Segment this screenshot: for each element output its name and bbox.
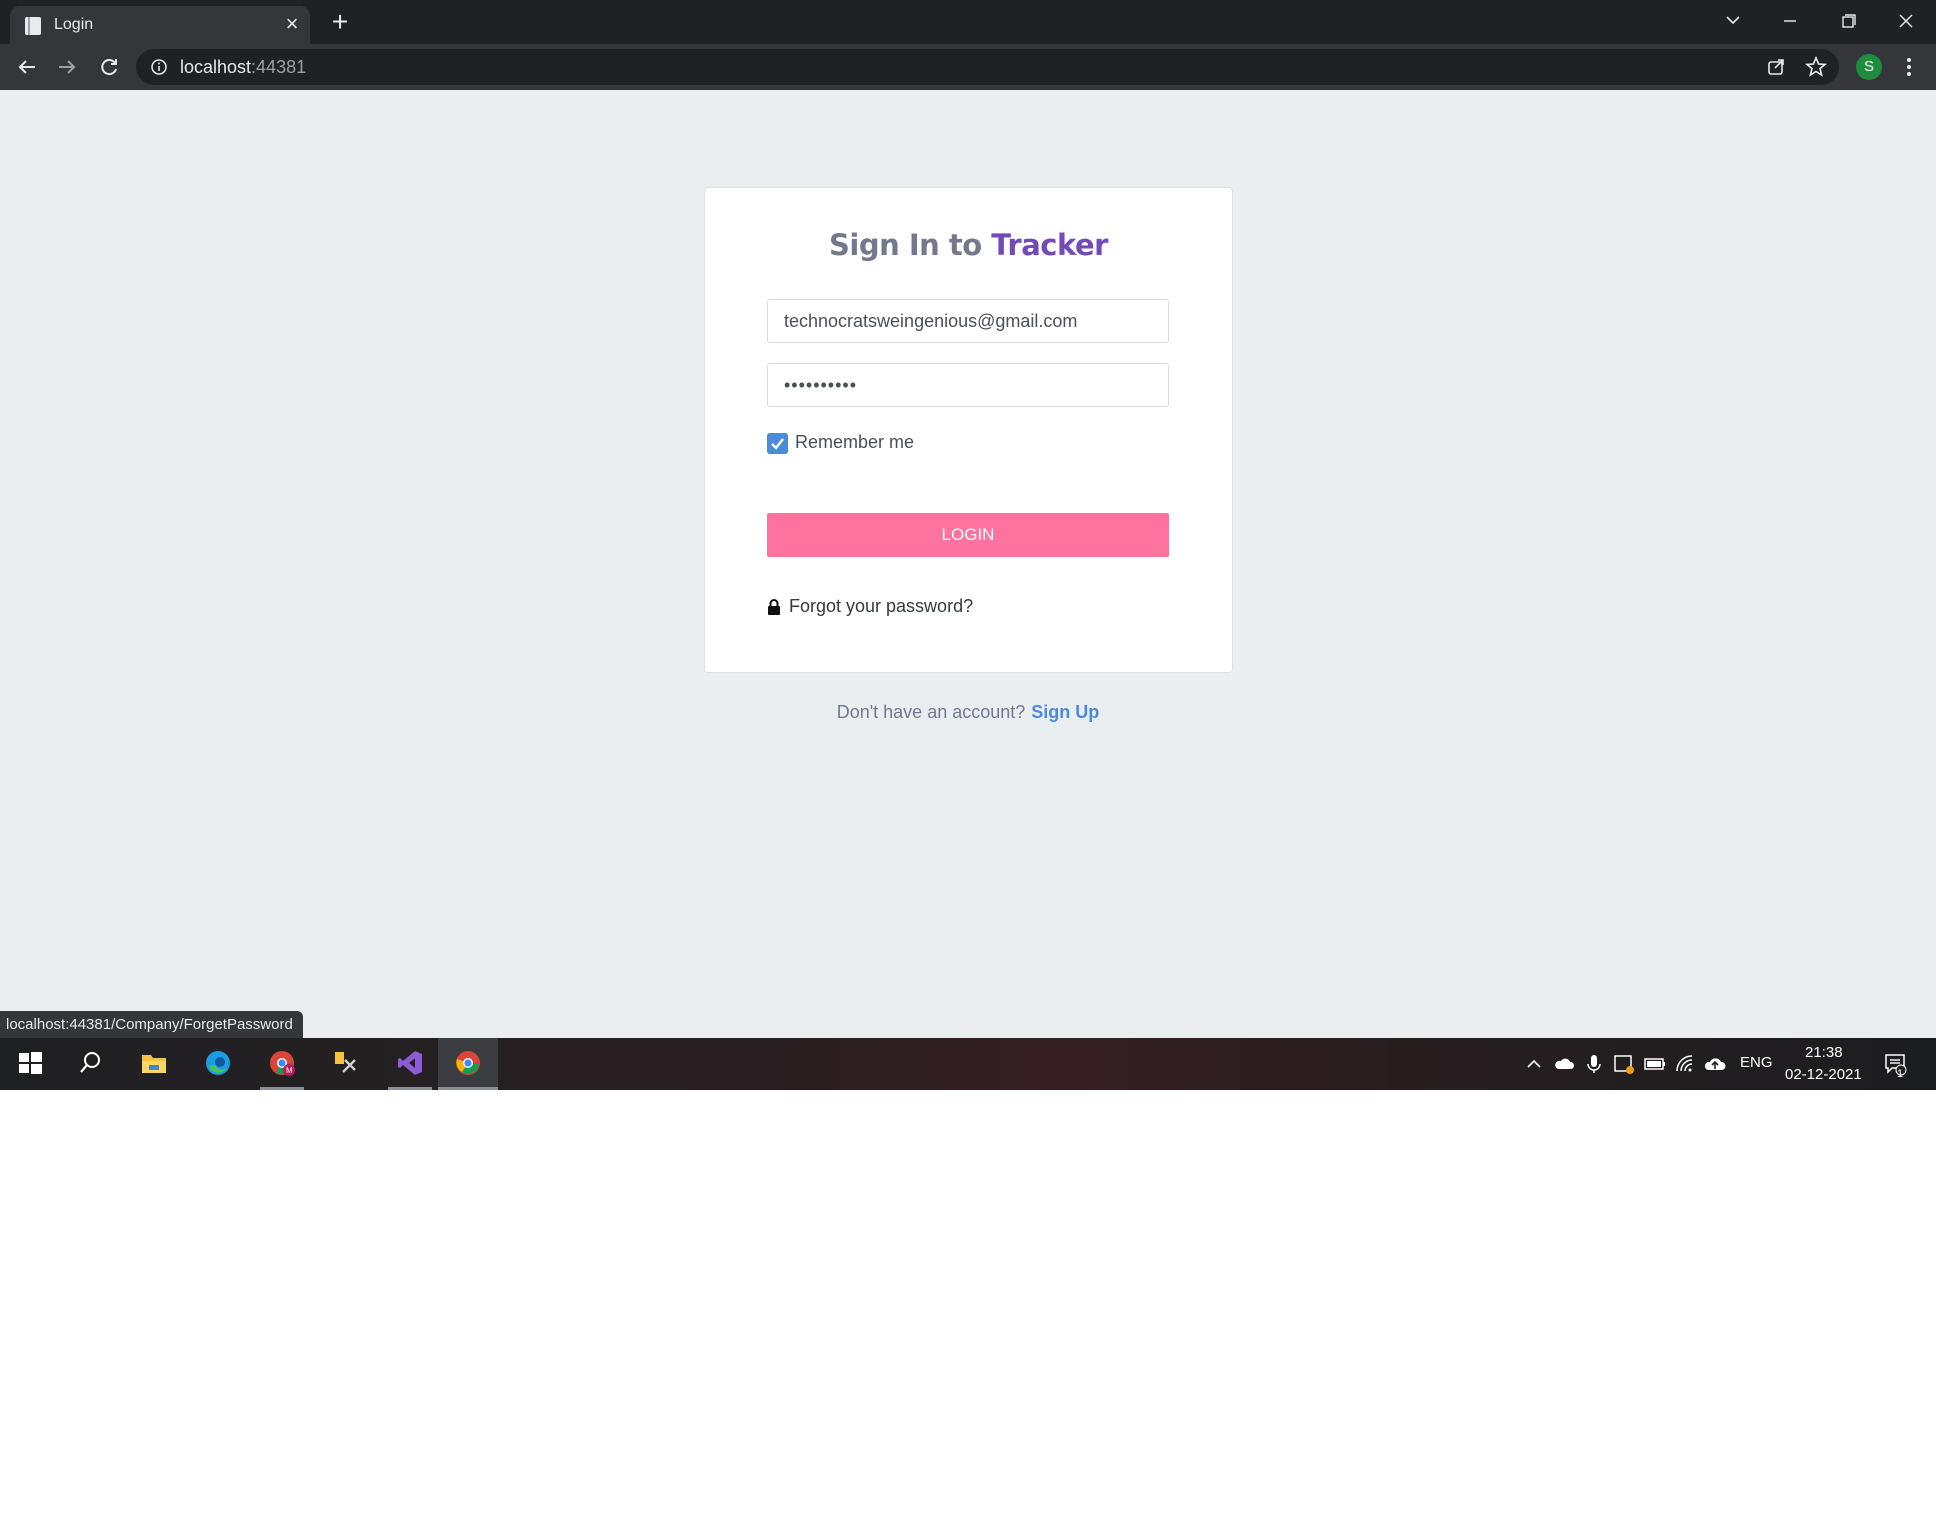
checkbox-checked-icon[interactable] bbox=[767, 433, 788, 454]
reload-icon[interactable] bbox=[94, 52, 124, 82]
svg-text:M: M bbox=[286, 1066, 293, 1075]
clock-time[interactable]: 21:38 bbox=[1805, 1044, 1843, 1061]
email-field[interactable]: technocratsweingenious@gmail.com bbox=[767, 299, 1169, 343]
close-window-icon[interactable] bbox=[1886, 6, 1926, 36]
running-indicator bbox=[438, 1087, 498, 1090]
url-port: :44381 bbox=[251, 57, 307, 77]
page-viewport: Sign In to Tracker technocratsweingeniou… bbox=[0, 90, 1936, 1038]
tab-search-chevron-icon[interactable] bbox=[1713, 6, 1753, 36]
profile-avatar[interactable]: S bbox=[1856, 54, 1882, 80]
forgot-password-label: Forgot your password? bbox=[789, 596, 974, 616]
site-info-icon[interactable] bbox=[150, 58, 168, 76]
browser-tab-strip: Login × + bbox=[0, 0, 1936, 44]
share-icon[interactable] bbox=[1761, 52, 1791, 82]
clock-date[interactable]: 02-12-2021 bbox=[1785, 1066, 1862, 1083]
onedrive-cloud-icon[interactable] bbox=[1552, 1052, 1576, 1076]
title-prefix: Sign In to bbox=[829, 228, 992, 262]
security-update-icon[interactable] bbox=[1612, 1052, 1636, 1076]
address-bar[interactable]: localhost:44381 bbox=[136, 49, 1839, 85]
bookmark-star-icon[interactable] bbox=[1801, 52, 1831, 82]
back-arrow-icon[interactable] bbox=[12, 52, 42, 82]
notification-count-badge: 1 bbox=[1897, 1068, 1904, 1080]
remember-me-label: Remember me bbox=[795, 432, 915, 452]
visual-studio-icon bbox=[398, 1051, 422, 1075]
browser-tab[interactable]: Login × bbox=[10, 6, 310, 44]
page-favicon-icon bbox=[25, 17, 41, 35]
url-host: localhost bbox=[180, 57, 252, 77]
taskbar-tools[interactable] bbox=[320, 1038, 372, 1090]
taskbar-file-explorer[interactable] bbox=[128, 1038, 180, 1090]
url-text: localhost:44381 bbox=[180, 57, 306, 78]
lock-icon bbox=[768, 599, 780, 615]
signup-prompt-text: Don't have an account? bbox=[836, 702, 1026, 722]
edge-icon bbox=[206, 1051, 230, 1075]
windows-taskbar: M ENG 21:38 02-12-2021 1 bbox=[0, 1038, 1936, 1090]
signup-prompt: Don't have an account? Sign Up bbox=[0, 702, 1936, 723]
restore-icon[interactable] bbox=[1828, 6, 1868, 36]
search-icon bbox=[80, 1052, 100, 1073]
input-language[interactable]: ENG bbox=[1740, 1054, 1773, 1071]
login-card: Sign In to Tracker technocratsweingeniou… bbox=[704, 187, 1233, 673]
microphone-icon[interactable] bbox=[1582, 1052, 1606, 1076]
brand-name: Tracker bbox=[991, 228, 1108, 262]
taskbar-chrome-profile[interactable]: M bbox=[256, 1038, 308, 1090]
taskbar-edge[interactable] bbox=[192, 1038, 244, 1090]
wifi-icon[interactable] bbox=[1673, 1052, 1697, 1076]
link-status-bubble: localhost:44381/Company/ForgetPassword bbox=[0, 1011, 303, 1038]
taskbar-chrome[interactable] bbox=[438, 1038, 498, 1090]
browser-toolbar: localhost:44381 S bbox=[0, 44, 1936, 90]
taskbar-visual-studio[interactable] bbox=[384, 1038, 436, 1090]
sign-up-link[interactable]: Sign Up bbox=[1031, 702, 1099, 722]
page-title: Sign In to Tracker bbox=[705, 228, 1232, 262]
tab-title: Login bbox=[54, 16, 94, 33]
notification-center-icon[interactable] bbox=[1884, 1052, 1908, 1076]
file-explorer-icon bbox=[142, 1055, 166, 1073]
taskbar-search-button[interactable] bbox=[64, 1038, 116, 1090]
tools-icon bbox=[335, 1052, 356, 1073]
tab-close-icon[interactable]: × bbox=[280, 12, 304, 36]
new-tab-icon[interactable]: + bbox=[326, 8, 354, 36]
show-hidden-icons-chevron-icon[interactable] bbox=[1522, 1052, 1546, 1076]
chrome-profile-icon: M bbox=[270, 1051, 295, 1076]
cloud-upload-icon[interactable] bbox=[1703, 1052, 1727, 1076]
chrome-icon bbox=[456, 1051, 480, 1075]
chrome-menu-icon[interactable] bbox=[1894, 52, 1924, 82]
running-indicator bbox=[388, 1087, 432, 1090]
start-button[interactable] bbox=[4, 1038, 56, 1090]
password-field[interactable]: •••••••••• bbox=[767, 363, 1169, 407]
minimize-icon[interactable] bbox=[1770, 6, 1810, 36]
running-indicator bbox=[260, 1087, 304, 1090]
login-button[interactable]: LOGIN bbox=[767, 513, 1169, 557]
desktop-screen: Login × + localhost:44381 S Sign In to T… bbox=[0, 0, 1936, 1090]
windows-start-icon bbox=[19, 1052, 42, 1074]
forward-arrow-icon[interactable] bbox=[52, 52, 82, 82]
battery-icon[interactable] bbox=[1643, 1052, 1667, 1076]
